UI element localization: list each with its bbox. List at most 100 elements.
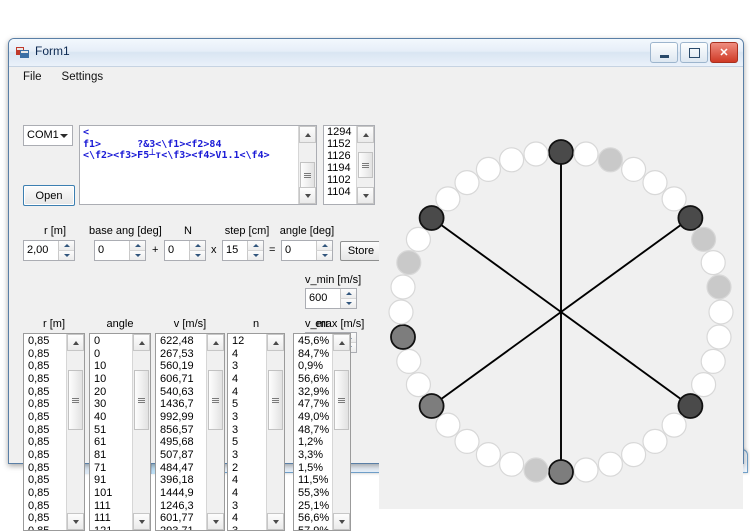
table-row[interactable]: 507,87 [160, 449, 206, 462]
scrollbar-thumb[interactable] [268, 370, 283, 430]
table-row[interactable]: 0,85 [28, 512, 66, 525]
table-row[interactable]: 111 [94, 500, 132, 513]
table-row[interactable]: 0,85 [28, 386, 66, 399]
scroll-up-button[interactable] [267, 334, 284, 351]
table-row[interactable]: 0,85 [28, 398, 66, 411]
table-row[interactable]: 4 [232, 386, 266, 399]
table-row[interactable]: 47,7% [298, 398, 332, 411]
ring-node-18[interactable] [598, 452, 622, 476]
r-spinner-buttons[interactable] [58, 241, 74, 260]
table-row[interactable]: 0,85 [28, 424, 66, 437]
list-item[interactable]: 1194 [327, 162, 356, 174]
scrollbar-thumb[interactable] [208, 370, 223, 430]
ring-node-16[interactable] [643, 429, 667, 453]
ring-node-38[interactable] [500, 148, 524, 172]
table-row[interactable]: 3,3% [298, 449, 332, 462]
store-button[interactable]: Store [340, 241, 382, 261]
table-row[interactable]: 0 [94, 348, 132, 361]
scrollbar-thumb[interactable] [300, 162, 315, 188]
column-scrollbar-1[interactable] [132, 334, 150, 530]
ring-node-13[interactable] [692, 373, 716, 397]
table-row[interactable]: 57,9% [298, 525, 332, 531]
ring-node-31[interactable] [391, 275, 415, 299]
scrollbar-thumb[interactable] [358, 152, 373, 178]
scroll-up-button[interactable] [333, 334, 350, 351]
table-row[interactable]: 3 [232, 500, 266, 513]
ring-node-21[interactable] [524, 458, 548, 482]
table-row[interactable]: 49,0% [298, 411, 332, 424]
scroll-up-button[interactable] [67, 334, 84, 351]
angle-spinner[interactable]: 0 [281, 240, 333, 261]
table-row[interactable]: 540,63 [160, 386, 206, 399]
table-row[interactable]: 3 [232, 525, 266, 531]
column-scrollbar-0[interactable] [66, 334, 84, 530]
list-item[interactable]: 1126 [327, 150, 356, 162]
column-list-0[interactable]: 0,850,850,850,850,850,850,850,850,850,85… [23, 333, 85, 531]
table-row[interactable]: 0,85 [28, 360, 66, 373]
n-spin-down[interactable] [189, 251, 205, 260]
table-row[interactable]: 61 [94, 436, 132, 449]
serial-log-textbox[interactable]: < f1> ?&3<\f1><f2>84 <\f2><f3>F5┴ᴛ<\f3><… [79, 125, 317, 205]
ring-node-39[interactable] [524, 142, 548, 166]
minimize-button[interactable] [650, 42, 678, 63]
ring-node-19[interactable] [574, 458, 598, 482]
table-row[interactable]: 101 [94, 487, 132, 500]
scrollbar-thumb[interactable] [68, 370, 83, 430]
title-bar[interactable]: Form1 ✕ [9, 39, 743, 67]
table-row[interactable]: 45,6% [298, 335, 332, 348]
table-row[interactable]: 51 [94, 424, 132, 437]
table-row[interactable]: 5 [232, 436, 266, 449]
scroll-down-button[interactable] [357, 187, 374, 204]
base-angle-spinner-buttons[interactable] [129, 241, 145, 260]
ring-node-35[interactable] [436, 187, 460, 211]
table-row[interactable]: 0,85 [28, 500, 66, 513]
ring-node-37[interactable] [476, 157, 500, 181]
column-list-4[interactable]: 45,6%84,7%0,9%56,6%32,9%47,7%49,0%48,7%1… [293, 333, 351, 531]
r-spinner[interactable]: 2,00 [23, 240, 75, 261]
table-row[interactable]: 0,85 [28, 411, 66, 424]
ring-node-32[interactable] [397, 251, 421, 275]
r-spin-up[interactable] [58, 241, 74, 251]
table-row[interactable]: 0,85 [28, 436, 66, 449]
scroll-down-button[interactable] [133, 513, 150, 530]
ring-node-29[interactable] [391, 325, 415, 349]
base-angle-spin-down[interactable] [129, 251, 145, 260]
table-row[interactable]: 4 [232, 512, 266, 525]
ring-node-22[interactable] [500, 452, 524, 476]
table-row[interactable]: 293,71 [160, 525, 206, 531]
ring-node-30[interactable] [389, 300, 413, 324]
column-list-1[interactable]: 0010102030405161817191101111111121 [89, 333, 151, 531]
table-row[interactable]: 111 [94, 512, 132, 525]
ring-node-26[interactable] [420, 394, 444, 418]
serial-log-scrollbar[interactable] [298, 126, 316, 204]
table-row[interactable]: 55,3% [298, 487, 332, 500]
ring-node-8[interactable] [701, 251, 725, 275]
step-spin-up[interactable] [247, 241, 263, 251]
ring-node-27[interactable] [406, 373, 430, 397]
table-row[interactable]: 4 [232, 487, 266, 500]
table-row[interactable]: 856,57 [160, 424, 206, 437]
table-row[interactable]: 84,7% [298, 348, 332, 361]
table-row[interactable]: 0,85 [28, 373, 66, 386]
r-spin-down[interactable] [58, 251, 74, 260]
n-spinner-buttons[interactable] [189, 241, 205, 260]
table-row[interactable]: 1444,9 [160, 487, 206, 500]
list-item[interactable]: 1152 [327, 138, 356, 150]
table-row[interactable]: 56,6% [298, 373, 332, 386]
table-row[interactable]: 3 [232, 360, 266, 373]
ring-node-2[interactable] [598, 148, 622, 172]
column-scrollbar-3[interactable] [266, 334, 284, 530]
table-row[interactable]: 81 [94, 449, 132, 462]
list-item[interactable]: 1294 [327, 126, 356, 138]
table-row[interactable]: 20 [94, 386, 132, 399]
table-row[interactable]: 1,5% [298, 462, 332, 475]
column-list-3[interactable]: 12434453353244343 [227, 333, 285, 531]
ring-node-34[interactable] [420, 206, 444, 230]
angle-spin-down[interactable] [316, 251, 332, 260]
table-row[interactable]: 560,19 [160, 360, 206, 373]
table-row[interactable]: 267,53 [160, 348, 206, 361]
table-row[interactable]: 0 [94, 335, 132, 348]
menu-bar[interactable]: File Settings [9, 67, 743, 86]
scroll-down-button[interactable] [333, 513, 350, 530]
table-row[interactable]: 4 [232, 373, 266, 386]
